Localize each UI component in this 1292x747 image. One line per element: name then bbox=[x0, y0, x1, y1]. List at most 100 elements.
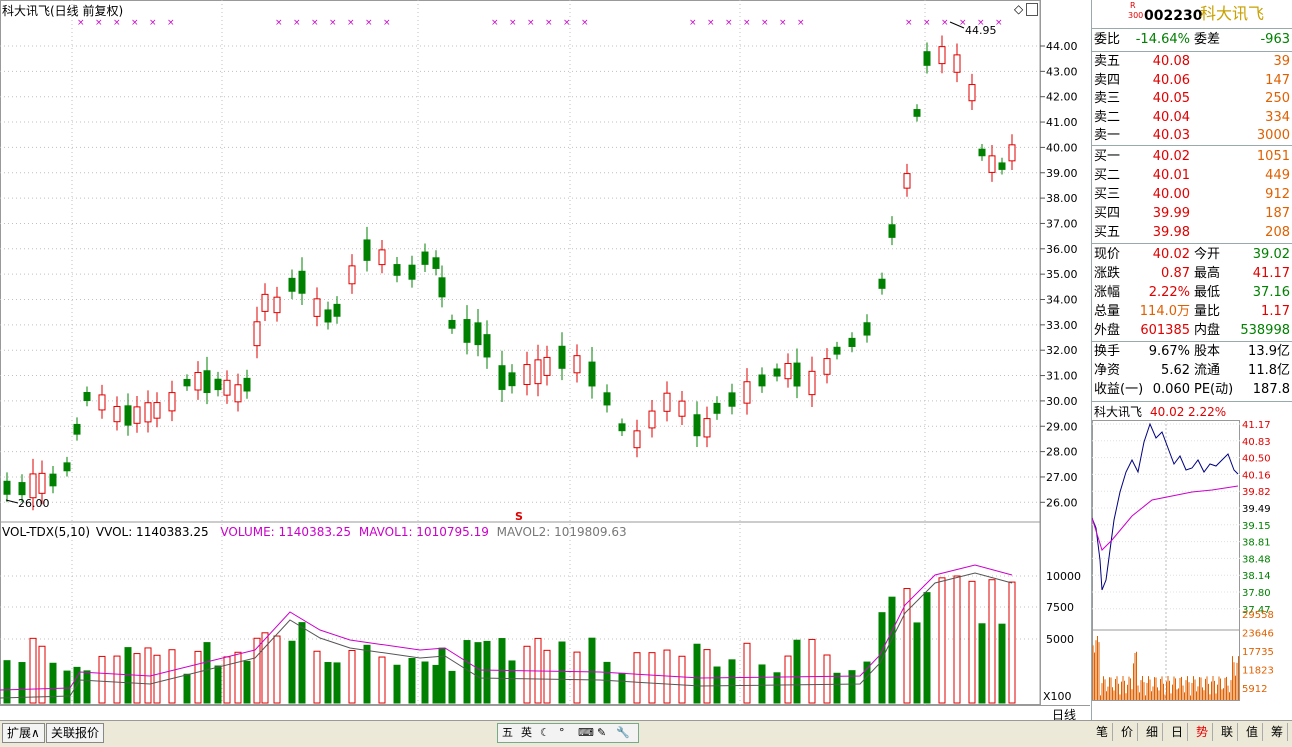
volume-bar bbox=[168, 649, 176, 704]
signal-marker-icon: × bbox=[149, 18, 157, 28]
ime-glyph-icon[interactable]: ✎ bbox=[597, 724, 606, 742]
ime-toolbar[interactable]: 五英 ☾ ° ⌨ ✎ 🔧 bbox=[497, 723, 639, 743]
mini-tick-label: 40.83 bbox=[1242, 437, 1271, 448]
candle-body bbox=[438, 277, 446, 298]
price-tick-label: 30.00 bbox=[1046, 395, 1078, 408]
candle-body bbox=[98, 394, 106, 411]
fund-value-2: 13.9亿 bbox=[1248, 344, 1290, 359]
ask-label: 卖一 bbox=[1094, 128, 1121, 143]
volume-bar bbox=[978, 623, 986, 704]
ime-glyph-icon[interactable]: ° bbox=[559, 724, 565, 742]
fund-label-2: 流通 bbox=[1194, 363, 1221, 378]
candle-body bbox=[573, 355, 581, 374]
candle-body bbox=[758, 374, 766, 387]
volume-bar bbox=[588, 637, 596, 704]
stat-label: 现价 bbox=[1094, 247, 1121, 262]
ask-price: 40.04 bbox=[1152, 109, 1190, 125]
mini-price: 40.02 bbox=[1150, 405, 1185, 419]
ime-glyph-icon[interactable]: 🔧 bbox=[616, 724, 630, 742]
volume-bar bbox=[1008, 581, 1016, 704]
candle-body bbox=[288, 277, 296, 292]
mini-tick-label: 39.49 bbox=[1242, 504, 1271, 515]
signal-marker-icon: × bbox=[689, 18, 697, 28]
candle-body bbox=[823, 358, 831, 375]
signal-marker-icon: × bbox=[743, 18, 751, 28]
bid-price: 40.02 bbox=[1152, 149, 1190, 164]
bid-price: 40.01 bbox=[1152, 168, 1190, 183]
ask-label: 卖五 bbox=[1094, 54, 1121, 69]
stat-label-2: 今开 bbox=[1194, 247, 1221, 262]
right-tab[interactable]: 联 bbox=[1217, 723, 1238, 741]
stat-label: 外盘 bbox=[1094, 323, 1121, 338]
bid-label: 买二 bbox=[1094, 168, 1121, 183]
chart-title: 科大讯飞(日线 前复权) bbox=[2, 4, 124, 18]
ime-glyph-icon[interactable]: 五 bbox=[502, 724, 513, 742]
right-tab[interactable]: 价 bbox=[1117, 723, 1138, 741]
vol-legend: VOL-TDX(5,10) VVOL: 1140383.25 VOLUME: 1… bbox=[2, 525, 627, 539]
right-tab[interactable]: 细 bbox=[1142, 723, 1163, 741]
volume-bar bbox=[923, 592, 931, 704]
vol-tick-label: 10000 bbox=[1046, 570, 1081, 583]
ime-glyph-icon[interactable]: ⌨ bbox=[578, 724, 594, 742]
candle-body bbox=[194, 372, 202, 391]
right-tab[interactable]: 日 bbox=[1167, 723, 1188, 741]
stat-value: 114.0万 bbox=[1139, 304, 1190, 319]
stock-name: 科大讯飞 bbox=[1200, 4, 1265, 23]
price-tick-label: 29.00 bbox=[1046, 420, 1078, 433]
volume-bar bbox=[313, 650, 321, 704]
chart-frame bbox=[0, 0, 1041, 705]
volume-bar bbox=[432, 664, 440, 704]
stat-row: 外盘 601385 内盘 538998 bbox=[1092, 321, 1292, 341]
quote-panel: R 300 002230 科大讯飞 委比 -14.64% 委差 -963 卖五 4… bbox=[1091, 0, 1292, 720]
candle-body bbox=[243, 377, 251, 392]
mavol2-line bbox=[0, 572, 1013, 699]
candle-body bbox=[953, 54, 961, 73]
fund-value: 9.67% bbox=[1148, 344, 1190, 359]
price-tick-label: 32.00 bbox=[1046, 344, 1078, 357]
volume-bar bbox=[324, 662, 332, 704]
volume-bar bbox=[333, 662, 341, 704]
candle-body bbox=[38, 472, 46, 494]
signal-marker-icon: × bbox=[545, 18, 553, 28]
candle-body bbox=[483, 334, 491, 358]
candle-body bbox=[888, 224, 896, 238]
kline-chart[interactable]: 44.00 43.00 42.00 41.00 40.00 39.00 38.00 37.00… bbox=[0, 0, 1090, 706]
fund-label: 收益(一) bbox=[1094, 382, 1144, 397]
volume-bar bbox=[543, 649, 551, 704]
bid-vol: 208 bbox=[1265, 225, 1290, 240]
right-tab[interactable]: 笔 bbox=[1092, 723, 1113, 741]
mini-price-line bbox=[1092, 422, 1239, 591]
bid-price: 39.99 bbox=[1152, 206, 1190, 221]
tab-related-quote[interactable]: 关联报价 bbox=[46, 723, 105, 743]
candle-body bbox=[998, 162, 1006, 170]
stat-value-2: 41.17 bbox=[1252, 266, 1290, 281]
stat-row: 现价 40.02 今开 39.02 bbox=[1092, 245, 1292, 265]
candle-body bbox=[543, 356, 551, 376]
candle-body bbox=[29, 473, 37, 499]
candle-body bbox=[73, 423, 81, 435]
candle-body bbox=[633, 430, 641, 449]
right-tab[interactable]: 筹 bbox=[1267, 723, 1288, 741]
signal-marker-icon: × bbox=[527, 18, 535, 28]
diamond-icon[interactable]: ◇ bbox=[1014, 2, 1023, 16]
price-tick-label: 26.00 bbox=[1046, 496, 1078, 509]
candle-body bbox=[234, 384, 242, 403]
weibi-label: 委比 bbox=[1094, 32, 1121, 47]
volume-bar bbox=[998, 623, 1006, 704]
ime-glyph-icon[interactable]: 英 bbox=[521, 724, 532, 742]
right-tab[interactable]: 势 bbox=[1192, 723, 1213, 741]
candle-body bbox=[3, 480, 11, 495]
right-tab[interactable]: 值 bbox=[1242, 723, 1263, 741]
candle-body bbox=[463, 319, 471, 343]
volume-bar bbox=[913, 622, 921, 704]
stat-value: 0.87 bbox=[1161, 266, 1190, 281]
signal-marker-icon: × bbox=[131, 18, 139, 28]
stat-label-2: 最高 bbox=[1194, 266, 1221, 281]
window-toggle-icon[interactable] bbox=[1026, 3, 1038, 16]
intraday-chart[interactable]: 41.17 40.83 40.50 40.16 39.82 39.49 39.15 38.81… bbox=[1092, 420, 1292, 716]
ime-glyph-icon[interactable]: ☾ bbox=[540, 724, 550, 742]
tab-expand[interactable]: 扩展∧ bbox=[2, 723, 45, 743]
candle-body bbox=[348, 265, 356, 285]
stat-value-2: 39.02 bbox=[1252, 247, 1290, 262]
candle-body bbox=[713, 402, 721, 414]
